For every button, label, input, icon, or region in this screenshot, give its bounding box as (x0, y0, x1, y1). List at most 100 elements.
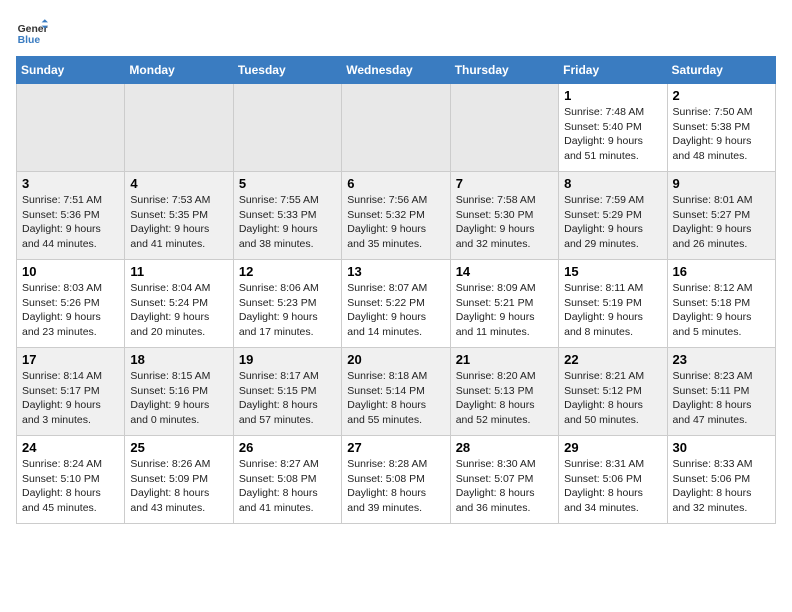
dow-header: Tuesday (233, 57, 341, 84)
calendar-cell: 2 Sunrise: 7:50 AM Sunset: 5:38 PM Daylig… (667, 84, 775, 172)
day-info: Sunrise: 8:14 AM Sunset: 5:17 PM Dayligh… (22, 369, 119, 428)
calendar-table: SundayMondayTuesdayWednesdayThursdayFrid… (16, 56, 776, 524)
day-number: 10 (22, 264, 119, 279)
calendar-cell: 5Sunrise: 7:55 AM Sunset: 5:33 PM Daylig… (233, 172, 341, 260)
day-info: Sunrise: 8:12 AM Sunset: 5:18 PM Dayligh… (673, 281, 770, 340)
days-of-week-row: SundayMondayTuesdayWednesdayThursdayFrid… (17, 57, 776, 84)
calendar-cell: 30 Sunrise: 8:33 AM Sunset: 5:06 PM Dayli… (667, 436, 775, 524)
calendar-cell: 12Sunrise: 8:06 AM Sunset: 5:23 PM Dayli… (233, 260, 341, 348)
day-info: Sunrise: 7:51 AM Sunset: 5:36 PM Dayligh… (22, 193, 119, 252)
calendar-cell (125, 84, 233, 172)
calendar-cell (233, 84, 341, 172)
svg-text:Blue: Blue (18, 35, 41, 46)
day-number: 23 (673, 352, 770, 367)
day-number: 30 (673, 440, 770, 455)
day-info: Sunrise: 8:03 AM Sunset: 5:26 PM Dayligh… (22, 281, 119, 340)
calendar-cell (17, 84, 125, 172)
calendar-cell: 8 Sunrise: 7:59 AM Sunset: 5:29 PM Daylig… (559, 172, 667, 260)
day-number: 16 (673, 264, 770, 279)
calendar-week-row: 10 Sunrise: 8:03 AM Sunset: 5:26 PM Dayli… (17, 260, 776, 348)
day-info: Sunrise: 8:30 AM Sunset: 5:07 PM Dayligh… (456, 457, 553, 516)
dow-header: Wednesday (342, 57, 450, 84)
calendar-cell: 16 Sunrise: 8:12 AM Sunset: 5:18 PM Dayli… (667, 260, 775, 348)
day-number: 27 (347, 440, 444, 455)
day-info: Sunrise: 7:55 AM Sunset: 5:33 PM Dayligh… (239, 193, 336, 252)
day-info: Sunrise: 8:11 AM Sunset: 5:19 PM Dayligh… (564, 281, 661, 340)
calendar-cell: 24Sunrise: 8:24 AM Sunset: 5:10 PM Dayli… (17, 436, 125, 524)
day-number: 21 (456, 352, 553, 367)
day-number: 2 (673, 88, 770, 103)
calendar-cell: 13 Sunrise: 8:07 AM Sunset: 5:22 PM Dayli… (342, 260, 450, 348)
calendar-cell: 27 Sunrise: 8:28 AM Sunset: 5:08 PM Dayli… (342, 436, 450, 524)
day-info: Sunrise: 7:48 AM Sunset: 5:40 PM Dayligh… (564, 105, 661, 164)
day-info: Sunrise: 8:01 AM Sunset: 5:27 PM Dayligh… (673, 193, 770, 252)
day-info: Sunrise: 8:20 AM Sunset: 5:13 PM Dayligh… (456, 369, 553, 428)
dow-header: Sunday (17, 57, 125, 84)
calendar-cell: 20 Sunrise: 8:18 AM Sunset: 5:14 PM Dayli… (342, 348, 450, 436)
day-number: 4 (130, 176, 227, 191)
day-info: Sunrise: 8:24 AM Sunset: 5:10 PM Dayligh… (22, 457, 119, 516)
calendar-cell: 6 Sunrise: 7:56 AM Sunset: 5:32 PM Daylig… (342, 172, 450, 260)
calendar-cell: 19 Sunrise: 8:17 AM Sunset: 5:15 PM Dayli… (233, 348, 341, 436)
day-info: Sunrise: 7:56 AM Sunset: 5:32 PM Dayligh… (347, 193, 444, 252)
dow-header: Friday (559, 57, 667, 84)
day-info: Sunrise: 8:17 AM Sunset: 5:15 PM Dayligh… (239, 369, 336, 428)
day-info: Sunrise: 8:21 AM Sunset: 5:12 PM Dayligh… (564, 369, 661, 428)
day-info: Sunrise: 7:58 AM Sunset: 5:30 PM Dayligh… (456, 193, 553, 252)
day-info: Sunrise: 8:27 AM Sunset: 5:08 PM Dayligh… (239, 457, 336, 516)
calendar-cell: 26 Sunrise: 8:27 AM Sunset: 5:08 PM Dayli… (233, 436, 341, 524)
day-info: Sunrise: 8:28 AM Sunset: 5:08 PM Dayligh… (347, 457, 444, 516)
calendar-cell: 18 Sunrise: 8:15 AM Sunset: 5:16 PM Dayli… (125, 348, 233, 436)
day-number: 28 (456, 440, 553, 455)
day-number: 19 (239, 352, 336, 367)
day-number: 26 (239, 440, 336, 455)
logo-icon: General Blue (16, 16, 48, 48)
day-info: Sunrise: 8:09 AM Sunset: 5:21 PM Dayligh… (456, 281, 553, 340)
calendar-week-row: 3 Sunrise: 7:51 AM Sunset: 5:36 PM Daylig… (17, 172, 776, 260)
day-number: 20 (347, 352, 444, 367)
calendar-week-row: 17Sunrise: 8:14 AM Sunset: 5:17 PM Dayli… (17, 348, 776, 436)
calendar-cell: 23 Sunrise: 8:23 AM Sunset: 5:11 PM Dayli… (667, 348, 775, 436)
calendar-cell: 10 Sunrise: 8:03 AM Sunset: 5:26 PM Dayli… (17, 260, 125, 348)
day-number: 8 (564, 176, 661, 191)
day-number: 13 (347, 264, 444, 279)
day-info: Sunrise: 8:18 AM Sunset: 5:14 PM Dayligh… (347, 369, 444, 428)
day-info: Sunrise: 8:26 AM Sunset: 5:09 PM Dayligh… (130, 457, 227, 516)
calendar-body: 1 Sunrise: 7:48 AM Sunset: 5:40 PM Daylig… (17, 84, 776, 524)
day-number: 11 (130, 264, 227, 279)
calendar-cell: 7 Sunrise: 7:58 AM Sunset: 5:30 PM Daylig… (450, 172, 558, 260)
dow-header: Monday (125, 57, 233, 84)
header: General Blue (16, 16, 776, 48)
day-number: 1 (564, 88, 661, 103)
day-info: Sunrise: 8:33 AM Sunset: 5:06 PM Dayligh… (673, 457, 770, 516)
day-number: 9 (673, 176, 770, 191)
day-info: Sunrise: 8:23 AM Sunset: 5:11 PM Dayligh… (673, 369, 770, 428)
day-info: Sunrise: 8:06 AM Sunset: 5:23 PM Dayligh… (239, 281, 336, 340)
calendar-week-row: 24Sunrise: 8:24 AM Sunset: 5:10 PM Dayli… (17, 436, 776, 524)
day-info: Sunrise: 7:50 AM Sunset: 5:38 PM Dayligh… (673, 105, 770, 164)
calendar-cell: 9 Sunrise: 8:01 AM Sunset: 5:27 PM Daylig… (667, 172, 775, 260)
calendar-cell: 11Sunrise: 8:04 AM Sunset: 5:24 PM Dayli… (125, 260, 233, 348)
day-info: Sunrise: 8:31 AM Sunset: 5:06 PM Dayligh… (564, 457, 661, 516)
day-number: 3 (22, 176, 119, 191)
day-number: 18 (130, 352, 227, 367)
day-number: 15 (564, 264, 661, 279)
calendar-cell: 14 Sunrise: 8:09 AM Sunset: 5:21 PM Dayli… (450, 260, 558, 348)
day-number: 25 (130, 440, 227, 455)
calendar-cell (342, 84, 450, 172)
day-info: Sunrise: 7:59 AM Sunset: 5:29 PM Dayligh… (564, 193, 661, 252)
calendar-cell: 1 Sunrise: 7:48 AM Sunset: 5:40 PM Daylig… (559, 84, 667, 172)
calendar-cell: 28 Sunrise: 8:30 AM Sunset: 5:07 PM Dayli… (450, 436, 558, 524)
calendar-cell: 21 Sunrise: 8:20 AM Sunset: 5:13 PM Dayli… (450, 348, 558, 436)
day-info: Sunrise: 8:07 AM Sunset: 5:22 PM Dayligh… (347, 281, 444, 340)
calendar-cell: 29 Sunrise: 8:31 AM Sunset: 5:06 PM Dayli… (559, 436, 667, 524)
day-info: Sunrise: 7:53 AM Sunset: 5:35 PM Dayligh… (130, 193, 227, 252)
calendar-cell: 25 Sunrise: 8:26 AM Sunset: 5:09 PM Dayli… (125, 436, 233, 524)
day-number: 29 (564, 440, 661, 455)
day-number: 7 (456, 176, 553, 191)
day-info: Sunrise: 8:15 AM Sunset: 5:16 PM Dayligh… (130, 369, 227, 428)
calendar-cell: 15 Sunrise: 8:11 AM Sunset: 5:19 PM Dayli… (559, 260, 667, 348)
day-number: 14 (456, 264, 553, 279)
dow-header: Thursday (450, 57, 558, 84)
day-number: 6 (347, 176, 444, 191)
